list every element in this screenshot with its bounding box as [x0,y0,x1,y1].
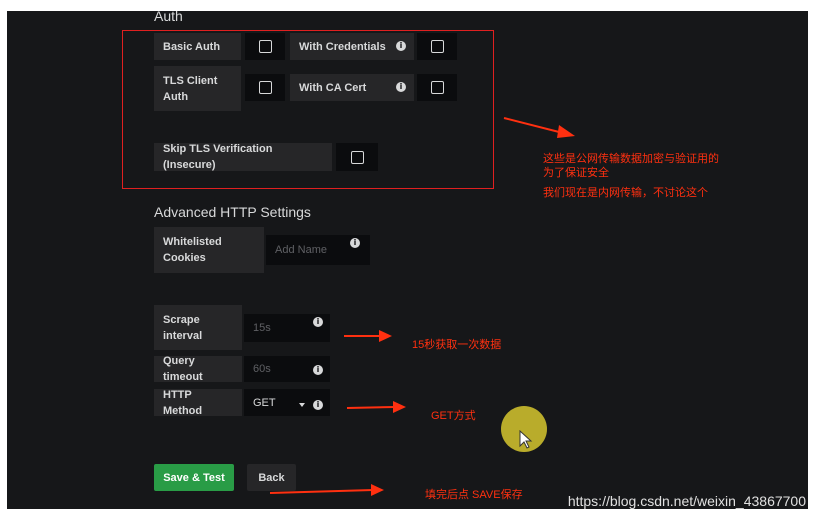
save-arrow [269,489,374,494]
scrape-arrow-head [379,330,392,342]
save-arrow-head [371,484,384,496]
mouse-pointer-icon [519,430,533,449]
tls-arrow [503,117,564,134]
watermark-text: https://blog.csdn.net/weixin_43867700 [567,493,806,509]
annotation-arrows [269,117,575,496]
tls-arrow-head [557,125,575,138]
datasource-settings-panel: Auth Basic Auth With Credentials i TLS C… [7,11,808,509]
method-arrow [346,406,396,409]
method-arrow-head [393,401,406,413]
